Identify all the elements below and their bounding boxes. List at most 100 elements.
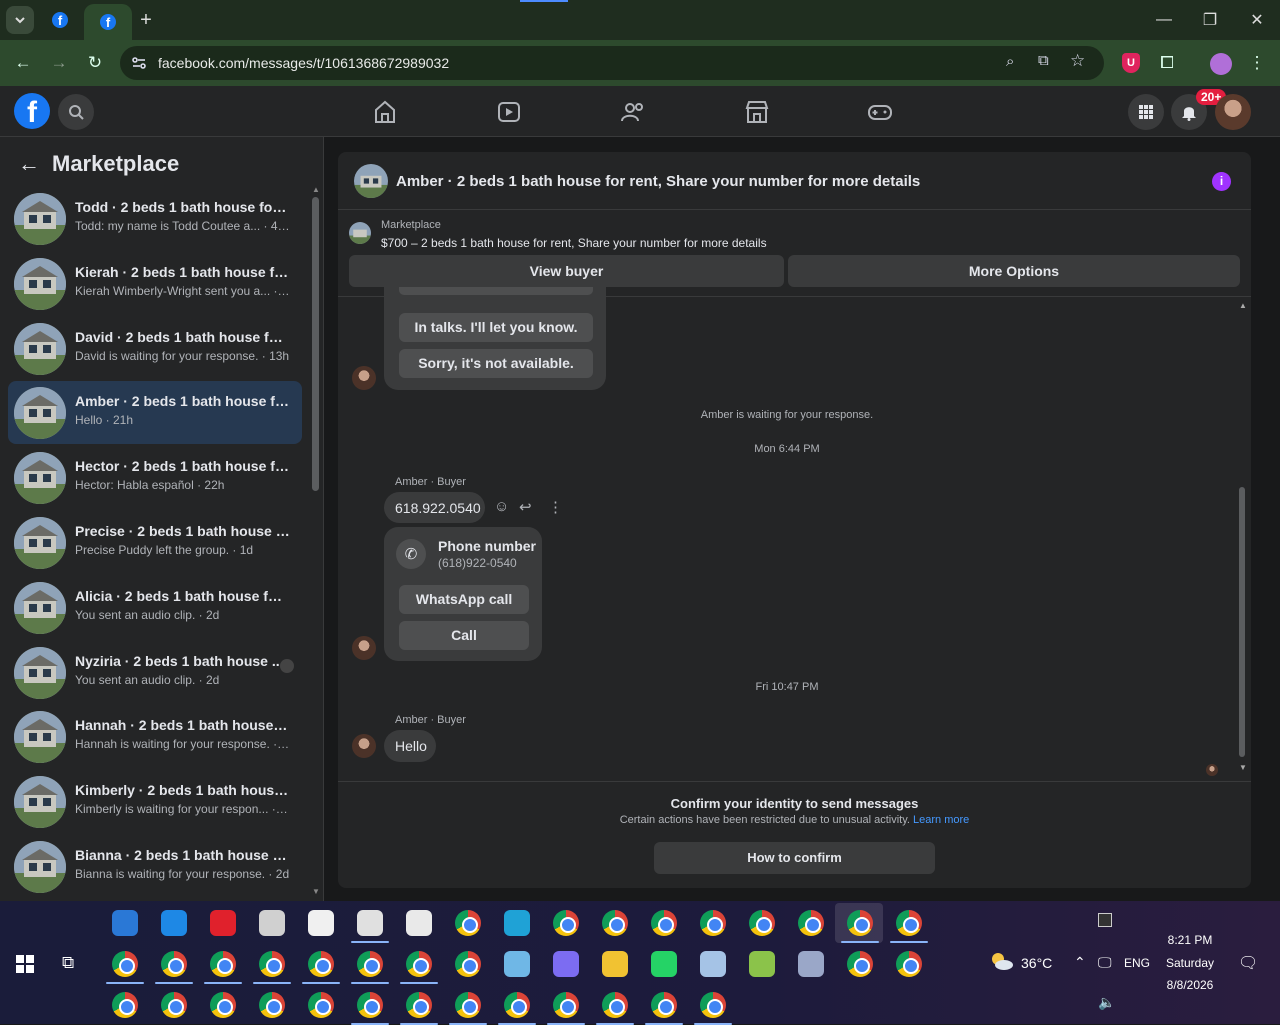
edge-icon[interactable] [504, 910, 530, 936]
chrome-icon[interactable] [406, 992, 432, 1018]
volume-icon[interactable]: 🔈 [1098, 994, 1115, 1011]
how-to-confirm-button[interactable]: How to confirm [654, 842, 935, 874]
chrome-icon[interactable] [259, 992, 285, 1018]
home-icon[interactable] [371, 98, 399, 126]
chrome-icon[interactable] [210, 992, 236, 1018]
back-icon[interactable]: ← [10, 50, 36, 76]
monitor-app-icon[interactable] [700, 951, 726, 977]
reload-icon[interactable]: ↻ [82, 50, 108, 76]
amber-avatar[interactable] [352, 734, 376, 758]
chrome-icon[interactable] [896, 951, 922, 977]
remote-icon[interactable] [161, 910, 187, 936]
hello-message-bubble[interactable]: Hello [384, 730, 436, 762]
chrome-icon[interactable] [161, 951, 187, 977]
chrome-icon[interactable] [602, 910, 628, 936]
minimize-icon[interactable]: — [1152, 8, 1176, 32]
chrome-icon[interactable] [112, 992, 138, 1018]
chatgpt-icon[interactable] [259, 910, 285, 936]
quick-reply-in-talks[interactable]: In talks. I'll let you know. [399, 313, 593, 342]
video-icon[interactable] [495, 98, 523, 126]
chrome-icon[interactable] [651, 910, 677, 936]
conversation-item[interactable]: Hector · 2 beds 1 bath house for... Hecto… [8, 446, 302, 509]
task-view-icon[interactable]: ⧉ [62, 953, 74, 973]
chrome-icon[interactable] [308, 992, 334, 1018]
amber-avatar[interactable] [352, 636, 376, 660]
marketplace-icon[interactable] [743, 98, 771, 126]
new-tab-button[interactable]: + [132, 6, 160, 34]
amber-avatar[interactable] [352, 366, 376, 390]
scroll-down-arrow-icon[interactable]: ▼ [1239, 763, 1247, 772]
facebook-logo[interactable]: f [14, 93, 50, 129]
chrome-icon[interactable] [651, 992, 677, 1018]
install-app-icon[interactable]: ⧉ [1038, 52, 1049, 69]
chrome-icon[interactable] [504, 992, 530, 1018]
tab-facebook-active[interactable]: f [84, 4, 132, 40]
scroll-down-arrow-icon[interactable]: ▼ [312, 887, 320, 896]
more-options-button[interactable]: More Options [788, 255, 1240, 287]
more-actions-icon[interactable]: ⋮ [548, 498, 563, 516]
scroll-up-arrow-icon[interactable]: ▲ [312, 185, 320, 194]
conversation-item[interactable]: Bianna · 2 beds 1 bath house for... Biann… [8, 835, 302, 898]
notification-center-icon[interactable]: 🗨 [1238, 953, 1258, 973]
opera-icon[interactable] [210, 910, 236, 936]
search-button[interactable] [58, 94, 94, 130]
chrome-icon[interactable] [553, 992, 579, 1018]
info-icon[interactable]: i [1212, 172, 1231, 191]
chrome-icon[interactable] [161, 992, 187, 1018]
chrome-icon[interactable] [798, 910, 824, 936]
more-menu-icon[interactable]: ⋮ [1244, 50, 1270, 76]
whatsapp-call-button[interactable]: WhatsApp call [399, 585, 529, 614]
chrome-icon[interactable] [455, 951, 481, 977]
start-button[interactable] [16, 955, 34, 978]
bookmark-star-icon[interactable]: ☆ [1070, 51, 1085, 71]
call-button[interactable]: Call [399, 621, 529, 650]
chrome-icon[interactable] [553, 910, 579, 936]
address-bar[interactable]: facebook.com/messages/t/1061368672989032… [120, 46, 1104, 80]
chrome-icon[interactable] [896, 910, 922, 936]
conversation-item[interactable]: Alicia · 2 beds 1 bath house for r... You… [8, 576, 302, 639]
listing-thumbnail-avatar[interactable] [354, 164, 388, 198]
clock-date[interactable]: 8/8/2026 [1150, 978, 1230, 992]
chrome-icon[interactable] [602, 992, 628, 1018]
tab-search-button[interactable] [6, 6, 34, 34]
weather-temperature[interactable]: 36°C [1021, 955, 1052, 971]
clock-day[interactable]: Saturday [1150, 956, 1230, 970]
chrome-icon[interactable] [210, 951, 236, 977]
learn-more-link[interactable]: Learn more [913, 814, 969, 826]
friends-icon[interactable] [619, 98, 647, 126]
security-shield-icon[interactable] [308, 910, 334, 936]
gaming-icon[interactable] [866, 98, 894, 126]
back-arrow-icon[interactable]: ← [18, 151, 40, 177]
language-indicator[interactable]: ENG [1124, 956, 1150, 970]
quick-reply-not-available[interactable]: Sorry, it's not available. [399, 349, 593, 378]
conversation-item[interactable]: Kierah · 2 beds 1 bath house for ... Kier… [8, 252, 302, 315]
chrome-icon[interactable] [455, 992, 481, 1018]
chrome-icon[interactable] [308, 951, 334, 977]
chrome-icon[interactable] [847, 910, 873, 936]
view-buyer-button[interactable]: View buyer [349, 255, 784, 287]
chrome-icon[interactable] [259, 951, 285, 977]
solitaire-icon[interactable] [406, 910, 432, 936]
phone-message-bubble[interactable]: 618.922.0540 [384, 492, 485, 523]
reply-arrow-icon[interactable]: ↩ [519, 498, 532, 516]
site-settings-icon[interactable] [130, 54, 148, 77]
zoom-icon[interactable]: ⌕ [1006, 53, 1014, 70]
contacts-app-icon[interactable] [798, 951, 824, 977]
tray-overflow-icon[interactable] [1098, 913, 1112, 927]
conversation-item[interactable]: Hannah · 2 beds 1 bath house fo... Hannah… [8, 705, 302, 768]
clock-time[interactable]: 8:21 PM [1150, 933, 1230, 947]
listing-small-thumbnail[interactable] [349, 222, 371, 244]
close-window-icon[interactable]: ✕ [1245, 8, 1269, 32]
sidebar-scrollbar[interactable] [312, 197, 319, 491]
chrome-icon[interactable] [357, 992, 383, 1018]
tray-chevron-up-icon[interactable]: ⌃ [1074, 954, 1086, 971]
chrome-icon[interactable] [455, 910, 481, 936]
listing-description[interactable]: $700 – 2 beds 1 bath house for rent, Sha… [381, 236, 767, 250]
account-avatar[interactable] [1215, 94, 1251, 130]
profile-avatar-icon[interactable] [1210, 53, 1232, 75]
react-smiley-icon[interactable]: ☺ [494, 498, 509, 515]
tab-facebook-1[interactable]: f [46, 6, 74, 34]
conversation-item[interactable]: Precise · 2 beds 1 bath house for... Prec… [8, 511, 302, 574]
chrome-icon[interactable] [357, 951, 383, 977]
conversation-item[interactable]: Nyziria · 2 beds 1 bath house ... You sen… [8, 641, 302, 704]
